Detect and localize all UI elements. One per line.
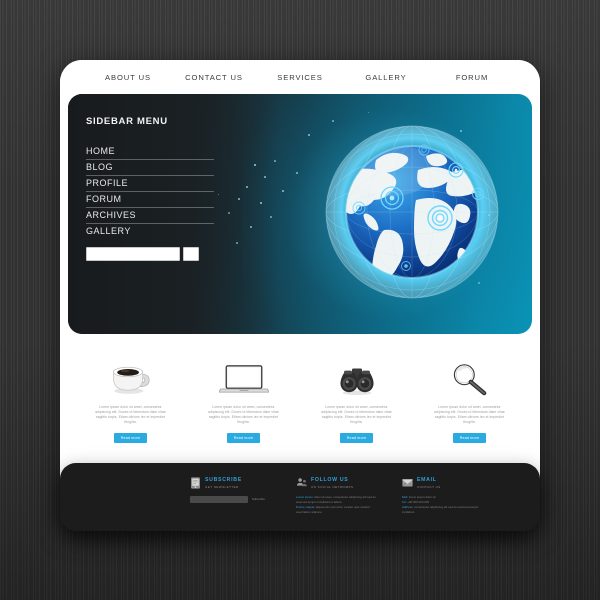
sidebar-item-home[interactable]: HOME	[86, 144, 214, 160]
newsletter-email-input[interactable]	[190, 495, 248, 503]
footer-email-text-3: consectetur adipiscing elit sed do eiusm…	[402, 504, 479, 514]
newsletter-icon	[190, 476, 201, 489]
particle-dot	[254, 164, 256, 166]
feature-card: Lorem ipsum dolor sit amet, consectetur …	[413, 356, 526, 444]
footer-email-text-2: +00 000 000 000	[406, 499, 430, 504]
feature-cards: Lorem ipsum dolor sit amet, consectetur …	[60, 334, 540, 444]
footer-email-line-3: Address: consectetur adipiscing elit sed…	[402, 505, 486, 515]
top-navigation: ABOUT US CONTACT US SERVICES GALLERY FOR…	[60, 60, 540, 94]
sidebar-item-archives[interactable]: ARCHIVES	[86, 208, 214, 224]
binoculars-icon	[334, 356, 380, 396]
particle-dot	[238, 198, 240, 200]
footer-title-follow: FOLLOW US	[311, 477, 349, 483]
magnifier-icon	[447, 356, 493, 396]
particle-dot	[228, 212, 230, 214]
footer-subtitle-email: CONTACT US	[417, 484, 441, 489]
read-more-button[interactable]: Read more	[113, 433, 148, 444]
feature-description: Lorem ipsum dolor sit amet, consectetur …	[434, 405, 505, 425]
nav-item-services[interactable]: SERVICES	[257, 73, 343, 82]
particle-dot	[264, 176, 266, 178]
sidebar-menu: SIDEBAR MENU HOME BLOG PROFILE FORUM ARC…	[86, 116, 214, 261]
sidebar-item-forum[interactable]: FORUM	[86, 192, 214, 208]
footer-title-email: EMAIL	[417, 477, 437, 483]
footer-column-follow: FOLLOW US ON SOCIAL NETWORKS Lorem ipsum…	[296, 477, 380, 515]
particle-dot	[270, 216, 272, 218]
read-more-button[interactable]: Read more	[226, 433, 261, 444]
nav-item-about-us[interactable]: ABOUT US	[85, 73, 171, 82]
feature-description: Lorem ipsum dolor sit amet, consectetur …	[208, 405, 279, 425]
search-button[interactable]	[183, 247, 199, 261]
footer-subtitle-follow: ON SOCIAL NETWORKS	[311, 484, 354, 489]
subscribe-button[interactable]: Subscribe	[252, 497, 265, 501]
footer-column-email: EMAIL CONTACT US Mail: lorem ipsum dolor…	[402, 477, 486, 515]
particle-dot	[236, 242, 238, 244]
sidebar-item-blog[interactable]: BLOG	[86, 160, 214, 176]
envelope-icon	[402, 477, 413, 488]
site-footer: SUBSCRIBE GET NEWSLETTER Subscribe FOLLO…	[60, 463, 540, 531]
laptop-icon	[218, 356, 269, 396]
coffee-cup-icon	[109, 356, 153, 396]
particle-dot	[250, 226, 252, 228]
globe-graphic	[306, 108, 518, 320]
sidebar-item-gallery[interactable]: GALLERY	[86, 224, 214, 239]
feature-description: Lorem ipsum dolor sit amet, consectetur …	[321, 405, 392, 425]
particle-dot	[296, 172, 298, 174]
footer-title-subscribe: SUBSCRIBE	[205, 477, 242, 483]
feature-description: Lorem ipsum dolor sit amet, consectetur …	[95, 405, 166, 425]
particle-dot	[282, 190, 284, 192]
website-card: ABOUT US CONTACT US SERVICES GALLERY FOR…	[60, 60, 540, 530]
read-more-button[interactable]: Read more	[339, 433, 374, 444]
feature-card: Lorem ipsum dolor sit amet, consectetur …	[300, 356, 413, 444]
feature-card: Lorem ipsum dolor sit amet, consectetur …	[187, 356, 300, 444]
footer-follow-line-1: Lorem ipsum: dolor sit amet, consectetur…	[296, 495, 380, 505]
sidebar-search	[86, 247, 214, 261]
users-icon	[296, 477, 307, 488]
footer-follow-link-2[interactable]: Dolore magna:	[296, 505, 315, 509]
footer-subtitle-subscribe: GET NEWSLETTER	[205, 484, 239, 489]
hero-banner: SIDEBAR MENU HOME BLOG PROFILE FORUM ARC…	[68, 94, 532, 334]
footer-follow-line-2: Dolore magna: aliqua enim ad minim venia…	[296, 505, 380, 515]
sidebar-item-profile[interactable]: PROFILE	[86, 176, 214, 192]
feature-card: Lorem ipsum dolor sit amet, consectetur …	[74, 356, 187, 444]
footer-follow-link-1[interactable]: Lorem ipsum:	[296, 495, 314, 499]
search-input[interactable]	[86, 247, 180, 261]
sidebar-title: SIDEBAR MENU	[86, 116, 168, 127]
footer-email-text-1: lorem ipsum dolor sit	[408, 494, 436, 499]
particle-dot	[260, 202, 262, 204]
read-more-button[interactable]: Read more	[452, 433, 487, 444]
footer-column-subscribe: SUBSCRIBE GET NEWSLETTER Subscribe	[190, 476, 274, 515]
particle-dot	[246, 186, 248, 188]
nav-item-gallery[interactable]: GALLERY	[343, 73, 429, 82]
nav-item-forum[interactable]: FORUM	[429, 73, 515, 82]
particle-dot	[274, 160, 276, 162]
footer-email-link-3[interactable]: Address:	[402, 505, 413, 509]
nav-item-contact-us[interactable]: CONTACT US	[171, 73, 257, 82]
